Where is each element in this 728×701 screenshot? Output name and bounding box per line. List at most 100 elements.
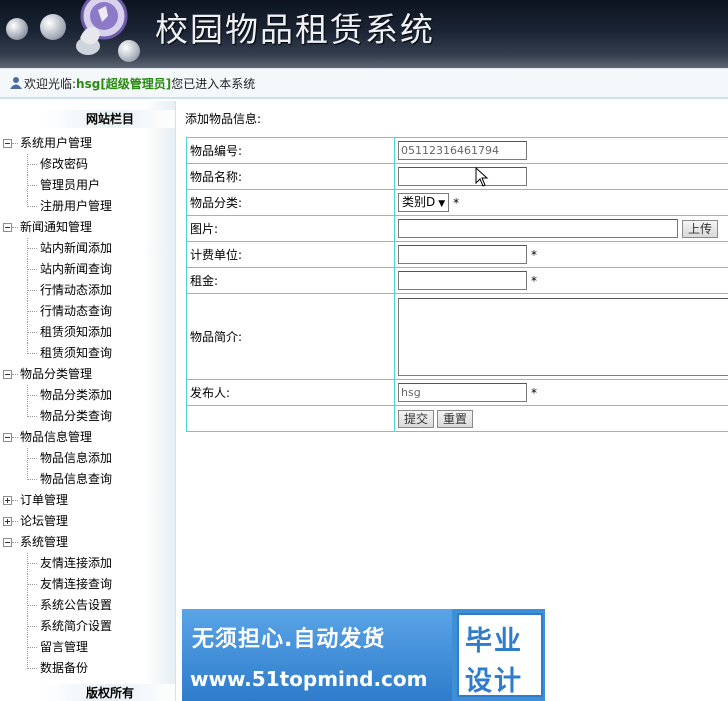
sidebar-group[interactable]: 订单管理 xyxy=(0,490,175,511)
sidebar: 网站栏目 系统用户管理 修改密码 管理员用户 注册用户管理 新闻通知管理 站内新闻添加 站内… xyxy=(0,101,176,701)
collapse-toggle-icon[interactable] xyxy=(3,433,12,442)
tree-connector xyxy=(27,248,37,249)
tree-connector xyxy=(27,584,37,585)
field-label: 物品简介: xyxy=(186,293,395,380)
upload-button[interactable]: 上传 xyxy=(682,219,719,238)
field-cell: * xyxy=(394,241,728,268)
tree-connector xyxy=(27,311,37,312)
welcome-bar: 欢迎光临: hsg[超级管理员] 您已进入本系统 xyxy=(0,68,728,99)
promo-url: www.51topmind.com xyxy=(190,667,428,691)
form-row-code: 物品编号: xyxy=(186,137,728,164)
promo-banner[interactable]: 无须担心.自动发货 www.51topmind.com 毕业 设计 xyxy=(182,609,545,701)
sidebar-group[interactable]: 物品信息管理 xyxy=(0,427,175,448)
sidebar-item[interactable]: 管理员用户 xyxy=(0,175,175,196)
expand-toggle-icon[interactable] xyxy=(3,517,12,526)
sidebar-item[interactable]: 物品信息查询 xyxy=(0,469,175,490)
item-code-input[interactable] xyxy=(398,141,527,160)
sidebar-item-label: 物品分类查询 xyxy=(40,409,113,423)
sidebar-footer: 版权所有 xyxy=(40,684,175,701)
tree-connector xyxy=(27,185,37,186)
item-name-input[interactable] xyxy=(398,167,527,186)
sidebar-group[interactable]: 论坛管理 xyxy=(0,511,175,532)
sidebar-item-label: 修改密码 xyxy=(40,157,89,171)
sidebar-item[interactable]: 租赁须知添加 xyxy=(0,322,175,343)
tree-connector xyxy=(27,332,37,333)
sidebar-item[interactable]: 站内新闻查询 xyxy=(0,259,175,280)
sidebar-item[interactable]: 物品信息添加 xyxy=(0,448,175,469)
dropdown-arrow-icon: ▼ xyxy=(438,199,446,209)
field-label: 租金: xyxy=(186,267,395,294)
sidebar-item-label: 留言管理 xyxy=(40,640,89,654)
tree-connector xyxy=(12,437,18,438)
tree-connector xyxy=(27,269,37,270)
field-label: 物品名称: xyxy=(186,163,395,190)
sidebar-group-label: 系统管理 xyxy=(20,535,69,549)
collapse-toggle-icon[interactable] xyxy=(3,139,12,148)
tree-connector xyxy=(27,206,37,207)
form-row-actions: 提交 重置 xyxy=(186,405,728,432)
sidebar-group-label: 订单管理 xyxy=(20,493,69,507)
tree-connector xyxy=(27,563,37,564)
submit-button[interactable]: 提交 xyxy=(398,409,435,428)
tree-connector xyxy=(12,500,18,501)
collapse-toggle-icon[interactable] xyxy=(3,370,12,379)
category-selected-value: 类别D xyxy=(402,195,436,209)
sidebar-group-label: 新闻通知管理 xyxy=(20,220,93,234)
promo-slogan: 无须担心.自动发货 xyxy=(192,627,386,652)
field-label: 物品编号: xyxy=(186,137,395,164)
sidebar-item[interactable]: 站内新闻添加 xyxy=(0,238,175,259)
sidebar-item[interactable]: 友情连接添加 xyxy=(0,553,175,574)
category-select[interactable]: 类别D ▼ xyxy=(398,193,450,212)
sidebar-group[interactable]: 系统管理 xyxy=(0,532,175,553)
image-path-input[interactable] xyxy=(398,219,678,238)
sidebar-item[interactable]: 系统简介设置 xyxy=(0,616,175,637)
publisher-input[interactable] xyxy=(398,383,527,402)
sidebar-item-label: 行情动态添加 xyxy=(40,283,113,297)
sidebar-item[interactable]: 修改密码 xyxy=(0,154,175,175)
tree-connector xyxy=(12,227,18,228)
promo-right-panel: 毕业 设计 xyxy=(457,613,543,697)
sidebar-item-label: 物品信息查询 xyxy=(40,472,113,486)
empty-cell xyxy=(186,405,395,432)
field-cell: 类别D ▼ * xyxy=(394,189,728,216)
tree-connector xyxy=(12,374,18,375)
sidebar-item[interactable]: 留言管理 xyxy=(0,637,175,658)
field-cell xyxy=(394,293,728,380)
sidebar-group[interactable]: 新闻通知管理 xyxy=(0,217,175,238)
tree-connector xyxy=(27,647,37,648)
billing-unit-input[interactable] xyxy=(398,245,527,264)
field-cell xyxy=(394,163,728,190)
rent-input[interactable] xyxy=(398,271,527,290)
sidebar-item[interactable]: 数据备份 xyxy=(0,658,175,679)
sidebar-item[interactable]: 租赁须知查询 xyxy=(0,343,175,364)
collapse-toggle-icon[interactable] xyxy=(3,223,12,232)
field-label: 物品分类: xyxy=(186,189,395,216)
sidebar-group-label: 物品信息管理 xyxy=(20,430,93,444)
sidebar-item[interactable]: 物品分类添加 xyxy=(0,385,175,406)
field-label: 计费单位: xyxy=(186,241,395,268)
sidebar-item[interactable]: 注册用户管理 xyxy=(0,196,175,217)
expand-toggle-icon[interactable] xyxy=(3,496,12,505)
sidebar-group-label: 物品分类管理 xyxy=(20,367,93,381)
sidebar-tree: 系统用户管理修改密码管理员用户 注册用户管理新闻通知管理站内新闻添加 站内新闻查询行… xyxy=(0,133,175,679)
collapse-toggle-icon[interactable] xyxy=(3,538,12,547)
sidebar-item-label: 行情动态查询 xyxy=(40,304,113,318)
form-row-image: 图片: 上传 xyxy=(186,215,728,242)
sidebar-group[interactable]: 系统用户管理 xyxy=(0,133,175,154)
sidebar-item[interactable]: 系统公告设置 xyxy=(0,595,175,616)
tree-connector xyxy=(12,542,18,543)
item-intro-textarea[interactable] xyxy=(398,297,728,376)
sidebar-item[interactable]: 行情动态查询 xyxy=(0,301,175,322)
sidebar-item[interactable]: 友情连接查询 xyxy=(0,574,175,595)
sidebar-item[interactable]: 行情动态添加 xyxy=(0,280,175,301)
reset-button[interactable]: 重置 xyxy=(437,409,474,428)
form-row-category: 物品分类: 类别D ▼ * xyxy=(186,189,728,216)
sidebar-group-label: 系统用户管理 xyxy=(20,136,93,150)
sidebar-item[interactable]: 物品分类查询 xyxy=(0,406,175,427)
sidebar-item-label: 租赁须知添加 xyxy=(40,325,113,339)
sidebar-item-label: 物品信息添加 xyxy=(40,451,113,465)
tree-connector xyxy=(27,479,37,480)
tree-connector xyxy=(27,290,37,291)
sidebar-group[interactable]: 物品分类管理 xyxy=(0,364,175,385)
tree-connector xyxy=(27,668,37,669)
